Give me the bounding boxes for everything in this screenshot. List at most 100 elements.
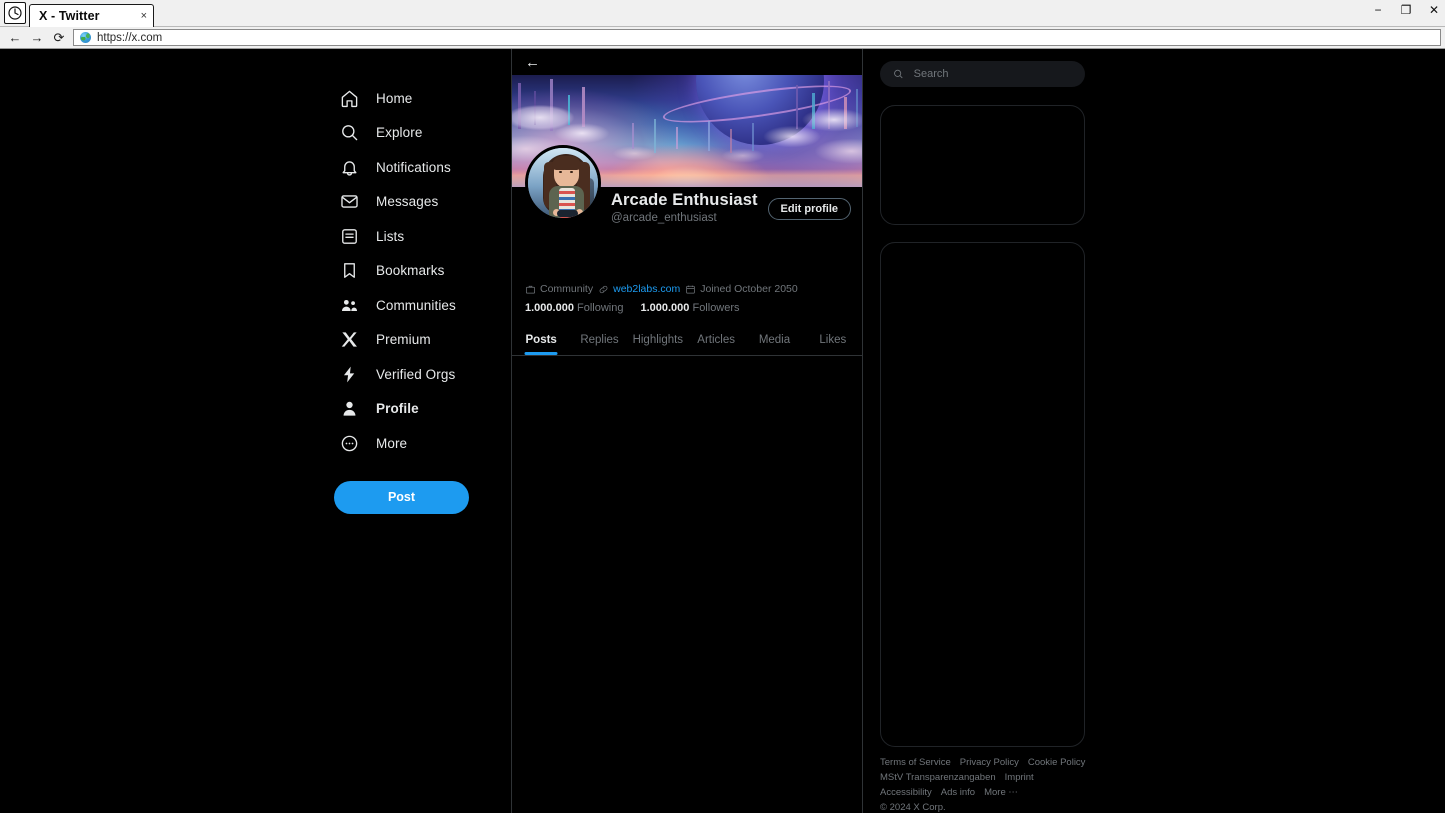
sidebar-label-notifications: Notifications <box>376 159 451 175</box>
footer-link-ads-info[interactable]: Ads info <box>941 787 975 798</box>
lightning-icon <box>339 364 359 384</box>
sidebar-item-premium[interactable]: Premium <box>334 323 489 357</box>
globe-icon <box>80 32 91 43</box>
following-count: 1.000.000 <box>525 302 574 314</box>
community-label: Community <box>540 283 594 295</box>
browser-back-icon[interactable]: ← <box>4 31 26 44</box>
post-button[interactable]: Post <box>334 480 469 514</box>
avatar[interactable] <box>525 145 601 221</box>
search-input[interactable] <box>913 67 1072 80</box>
profile-stats: 1.000.000 Following 1.000.000 Followers <box>525 302 849 314</box>
sidebar-label-more: More <box>376 435 408 451</box>
page-content: Home Explore Notifications Messages List… <box>0 49 1445 813</box>
sidebar-label-communities: Communities <box>376 297 456 313</box>
followers-count: 1.000.000 <box>640 302 690 314</box>
profile-feed <box>512 356 862 813</box>
footer-link-mstv[interactable]: MStV Transparenzangaben <box>880 772 996 783</box>
tab-close-icon[interactable]: × <box>127 10 147 22</box>
browser-tab[interactable]: X - Twitter × <box>29 4 154 27</box>
joined-date: Joined October 2050 <box>700 283 798 295</box>
profile-header-bar: ← <box>512 49 862 75</box>
sidebar-item-bookmarks[interactable]: Bookmarks <box>334 254 489 288</box>
tab-replies[interactable]: Replies <box>570 325 628 355</box>
search-box[interactable] <box>880 61 1085 87</box>
sidebar-item-verified-orgs[interactable]: Verified Orgs <box>334 357 489 391</box>
profile-handle: @arcade_enthusiast <box>611 212 717 224</box>
sidebar-item-messages[interactable]: Messages <box>334 185 489 219</box>
browser-tab-title: X - Twitter <box>39 9 100 23</box>
edit-profile-button[interactable]: Edit profile <box>767 198 851 220</box>
website-meta[interactable]: web2labs.com <box>598 283 680 295</box>
sidebar-label-profile: Profile <box>376 401 419 416</box>
footer-link-accessibility[interactable]: Accessibility <box>880 787 932 798</box>
close-window-button[interactable]: ✕ <box>1427 3 1441 17</box>
sidebar-label-home: Home <box>376 90 413 106</box>
website-link[interactable]: web2labs.com <box>613 283 680 295</box>
sidebar-label-bookmarks: Bookmarks <box>376 263 445 278</box>
followers-label: Followers <box>692 302 740 314</box>
profile-meta: Community web2labs.com Joined October 20… <box>512 283 862 314</box>
calendar-icon <box>686 285 695 294</box>
sidebar-item-lists[interactable]: Lists <box>334 219 489 253</box>
following-label: Following <box>577 302 624 314</box>
person-icon <box>339 399 359 419</box>
sidebar-item-home[interactable]: Home <box>334 81 489 115</box>
following-stat[interactable]: 1.000.000 Following <box>525 302 623 314</box>
app-logo-icon <box>4 2 26 24</box>
tab-highlights[interactable]: Highlights <box>629 325 687 355</box>
sidebar-label-lists: Lists <box>376 228 405 244</box>
browser-reload-icon[interactable]: ⟳ <box>48 31 70 44</box>
footer-link-cookie[interactable]: Cookie Policy <box>1028 757 1086 768</box>
profile-column: ← Arcade Enthusiast @arcade_enthusiast E… <box>512 49 863 813</box>
footer-link-privacy[interactable]: Privacy Policy <box>960 757 1019 768</box>
profile-meta-row: Community web2labs.com Joined October 20… <box>525 283 849 295</box>
bell-icon <box>339 157 359 177</box>
footer-link-more[interactable]: More ⋯ <box>984 787 1018 798</box>
footer-link-imprint[interactable]: Imprint <box>1005 772 1034 783</box>
search-icon <box>339 123 359 143</box>
browser-titlebar: X - Twitter × − ❐ ✕ <box>0 0 1445 27</box>
search-icon <box>894 69 903 79</box>
minimize-button[interactable]: − <box>1371 3 1385 17</box>
tab-media[interactable]: Media <box>745 325 803 355</box>
back-arrow-icon[interactable]: ← <box>525 55 540 70</box>
x-logo-icon <box>339 330 359 350</box>
tab-likes[interactable]: Likes <box>804 325 862 355</box>
tab-articles[interactable]: Articles <box>687 325 745 355</box>
profile-identity-row: Arcade Enthusiast @arcade_enthusiast Edi… <box>512 145 862 247</box>
browser-forward-icon[interactable]: → <box>26 31 48 44</box>
list-icon <box>339 226 359 246</box>
community-meta: Community <box>525 283 593 295</box>
profile-tabs: Posts Replies Highlights Articles Media … <box>512 325 862 356</box>
sidebar-label-explore: Explore <box>376 125 423 140</box>
side-card-primary[interactable] <box>880 104 1085 225</box>
address-bar-url: https://x.com <box>97 31 163 44</box>
link-icon <box>599 285 608 293</box>
sidebar-item-explore[interactable]: Explore <box>334 116 489 150</box>
sidebar-item-profile[interactable]: Profile <box>334 392 489 426</box>
communities-icon <box>339 295 359 315</box>
window-controls: − ❐ ✕ <box>1371 3 1441 17</box>
footer-links: Terms of Service Privacy Policy Cookie P… <box>880 757 1087 813</box>
sidebar-item-more[interactable]: More <box>334 426 489 460</box>
profile-display-name: Arcade Enthusiast <box>611 191 758 209</box>
primary-sidebar: Home Explore Notifications Messages List… <box>0 49 512 813</box>
followers-stat[interactable]: 1.000.000 Followers <box>640 302 739 314</box>
browser-window: X - Twitter × − ❐ ✕ ← → ⟳ https://x.com <box>0 0 1445 813</box>
sidebar-item-communities[interactable]: Communities <box>334 288 489 322</box>
profile-name-block: Arcade Enthusiast @arcade_enthusiast <box>611 191 758 224</box>
sidebar-label-premium: Premium <box>376 332 431 347</box>
maximize-button[interactable]: ❐ <box>1399 3 1413 17</box>
envelope-icon <box>339 192 359 212</box>
briefcase-icon <box>526 285 535 294</box>
sidebar-nav-list: Home Explore Notifications Messages List… <box>334 81 489 514</box>
joined-meta: Joined October 2050 <box>685 283 798 295</box>
more-circle-icon <box>339 433 359 453</box>
side-card-secondary[interactable] <box>880 241 1085 747</box>
footer-link-terms[interactable]: Terms of Service <box>880 757 951 768</box>
sidebar-item-notifications[interactable]: Notifications <box>334 150 489 184</box>
tab-posts[interactable]: Posts <box>512 325 570 355</box>
browser-navbar: ← → ⟳ https://x.com <box>0 27 1445 49</box>
sidebar-label-messages: Messages <box>376 194 439 209</box>
address-bar[interactable]: https://x.com <box>73 29 1441 46</box>
